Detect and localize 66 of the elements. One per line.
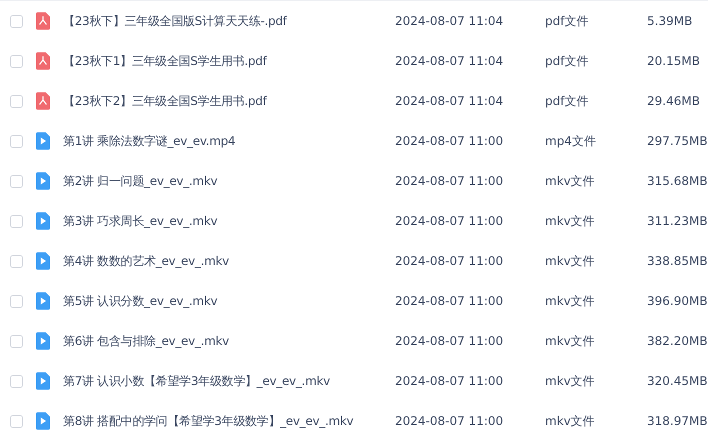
file-type: pdf文件 xyxy=(545,12,590,30)
video-file-icon xyxy=(36,412,50,430)
pdf-file-icon xyxy=(36,12,50,30)
checkbox[interactable] xyxy=(10,294,23,308)
file-size: 320.45MB xyxy=(647,374,708,388)
video-file-icon xyxy=(36,132,50,150)
file-name[interactable]: 第8讲 搭配中的学问【希望学3年级数学】_ev_ev_.mkv xyxy=(63,412,395,430)
checkbox[interactable] xyxy=(10,134,23,148)
modified-date: 2024-08-07 11:00 xyxy=(395,334,504,348)
file-size: 315.68MB xyxy=(647,174,708,188)
file-name[interactable]: 第3讲 巧求周长_ev_ev_.mkv xyxy=(63,212,395,230)
modified-date: 2024-08-07 11:00 xyxy=(395,254,504,268)
file-name[interactable]: 【23秋下1】三年级全国S学生用书.pdf xyxy=(63,52,395,70)
video-file-icon xyxy=(36,332,50,350)
file-name[interactable]: 【23秋下】三年级全国版S计算天天练-.pdf xyxy=(63,12,395,30)
modified-date: 2024-08-07 11:04 xyxy=(395,94,504,108)
file-type: mkv文件 xyxy=(545,212,596,230)
modified-date: 2024-08-07 11:00 xyxy=(395,214,504,228)
pdf-file-icon xyxy=(36,52,50,70)
file-size: 297.75MB xyxy=(647,134,708,148)
modified-date: 2024-08-07 11:04 xyxy=(395,14,504,28)
file-size: 318.97MB xyxy=(647,414,708,428)
modified-date: 2024-08-07 11:00 xyxy=(395,294,504,308)
checkbox[interactable] xyxy=(10,54,23,68)
checkbox[interactable] xyxy=(10,414,23,428)
file-name[interactable]: 第7讲 认识小数【希望学3年级数学】_ev_ev_.mkv xyxy=(63,372,395,390)
checkbox[interactable] xyxy=(10,174,23,188)
modified-date: 2024-08-07 11:00 xyxy=(395,174,504,188)
file-type: mkv文件 xyxy=(545,172,596,190)
file-type: pdf文件 xyxy=(545,52,590,70)
file-type: mkv文件 xyxy=(545,412,596,430)
file-name[interactable]: 第6讲 包含与排除_ev_ev_.mkv xyxy=(63,332,395,350)
file-name[interactable]: 第1讲 乘除法数字谜_ev_ev.mp4 xyxy=(63,132,395,150)
pdf-file-icon xyxy=(36,92,50,110)
file-type: pdf文件 xyxy=(545,92,590,110)
file-type: mkv文件 xyxy=(545,332,596,350)
file-size: 29.46MB xyxy=(647,94,700,108)
modified-date: 2024-08-07 11:00 xyxy=(395,414,504,428)
file-size: 338.85MB xyxy=(647,254,708,268)
checkbox[interactable] xyxy=(10,214,23,228)
file-name[interactable]: 第5讲 认识分数_ev_ev_.mkv xyxy=(63,292,395,310)
file-type: mkv文件 xyxy=(545,292,596,310)
modified-date: 2024-08-07 11:00 xyxy=(395,374,504,388)
checkbox[interactable] xyxy=(10,374,23,388)
file-name[interactable]: 第2讲 归一问题_ev_ev_.mkv xyxy=(63,172,395,190)
video-file-icon xyxy=(36,292,50,310)
video-file-icon xyxy=(36,212,50,230)
checkbox[interactable] xyxy=(10,94,23,108)
checkbox[interactable] xyxy=(10,254,23,268)
modified-date: 2024-08-07 11:00 xyxy=(395,134,504,148)
file-name[interactable]: 第4讲 数数的艺术_ev_ev_.mkv xyxy=(63,252,395,270)
file-size: 20.15MB xyxy=(647,54,700,68)
file-name[interactable]: 【23秋下2】三年级全国S学生用书.pdf xyxy=(63,92,395,110)
video-file-icon xyxy=(36,172,50,190)
modified-date: 2024-08-07 11:04 xyxy=(395,54,504,68)
video-file-icon xyxy=(36,372,50,390)
file-size: 311.23MB xyxy=(647,214,708,228)
video-file-icon xyxy=(36,252,50,270)
file-size: 396.90MB xyxy=(647,294,708,308)
file-type: mkv文件 xyxy=(545,252,596,270)
checkbox[interactable] xyxy=(10,334,23,348)
file-type: mkv文件 xyxy=(545,372,596,390)
checkbox[interactable] xyxy=(10,14,23,28)
file-size: 382.20MB xyxy=(647,334,708,348)
file-type: mp4文件 xyxy=(545,132,597,150)
file-size: 5.39MB xyxy=(647,14,692,28)
